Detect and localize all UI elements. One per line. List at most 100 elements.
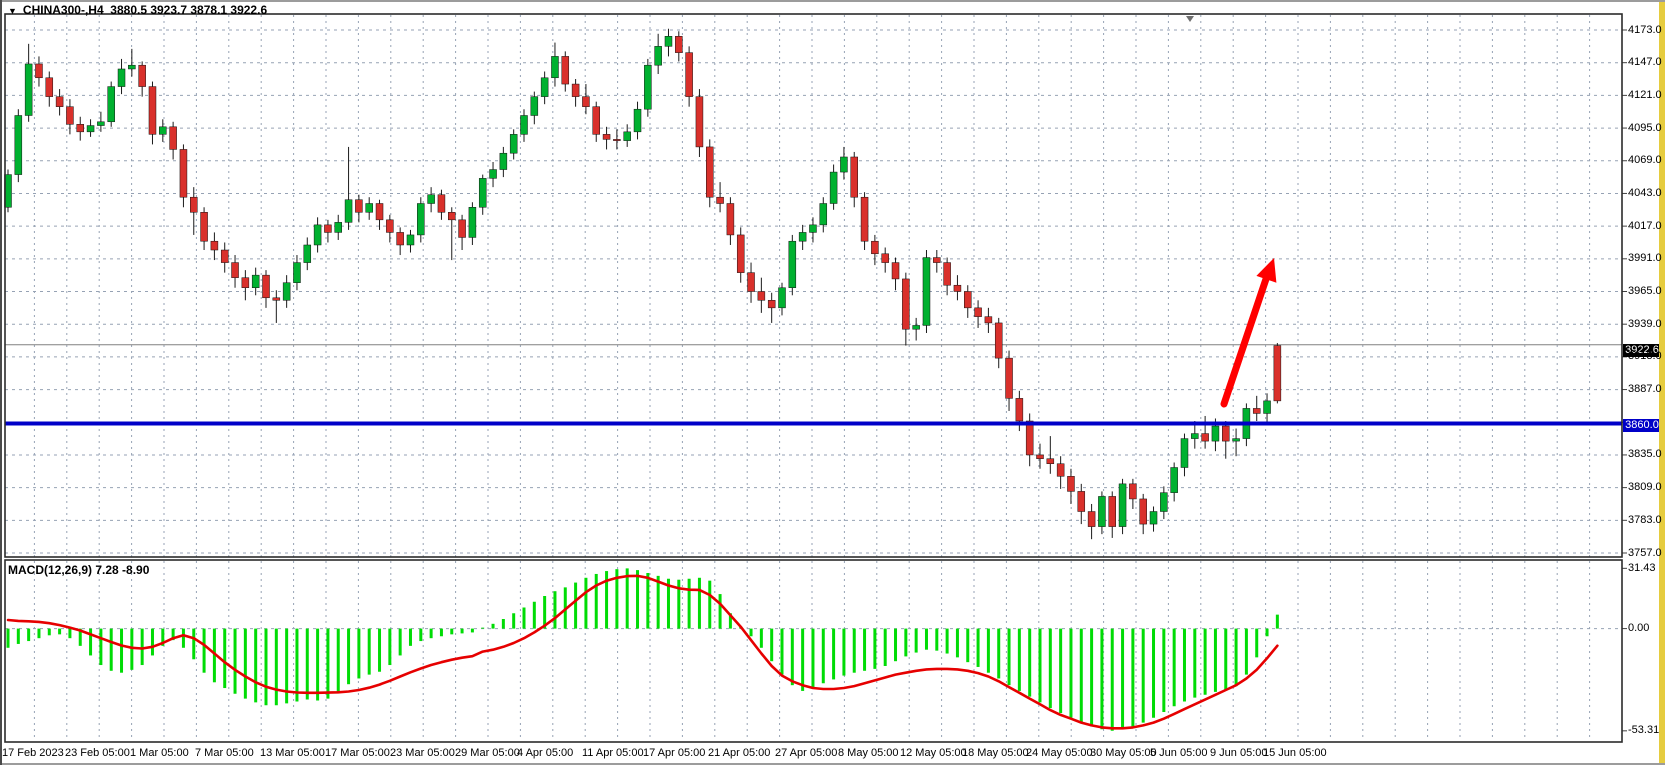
candle-body bbox=[1057, 464, 1064, 477]
candle-body bbox=[882, 254, 889, 263]
candle-body bbox=[345, 200, 352, 223]
candle-body bbox=[1078, 491, 1085, 511]
candle-body bbox=[1037, 455, 1044, 459]
price-tick-label: 3965.0 bbox=[1628, 285, 1664, 297]
candle-body bbox=[1119, 484, 1126, 527]
grid-lines bbox=[5, 15, 1627, 741]
candle-body bbox=[510, 134, 517, 153]
macd-tick-label: -53.31 bbox=[1628, 724, 1664, 736]
time-tick-label: 17 Apr 05:00 bbox=[643, 747, 705, 759]
candle-body bbox=[613, 139, 620, 140]
candle-body bbox=[273, 298, 280, 301]
candle-body bbox=[779, 288, 786, 308]
time-tick-label: 11 Apr 05:00 bbox=[582, 747, 644, 759]
time-tick-label: 8 May 05:00 bbox=[838, 747, 899, 759]
time-tick-label: 29 Mar 05:00 bbox=[455, 747, 520, 759]
candle-body bbox=[252, 275, 259, 288]
price-tick-label: 3887.0 bbox=[1628, 383, 1664, 395]
candle-body bbox=[830, 172, 837, 203]
candle-body bbox=[1253, 408, 1260, 413]
candle-body bbox=[469, 207, 476, 237]
time-tick-label: 21 Apr 05:00 bbox=[708, 747, 770, 759]
candle-body bbox=[139, 65, 146, 86]
candle-body bbox=[717, 197, 724, 203]
symbol-dropdown-icon[interactable]: ▼ bbox=[8, 6, 17, 16]
candle-body bbox=[324, 225, 331, 233]
chart-canvas[interactable] bbox=[0, 0, 1665, 765]
candle-body bbox=[190, 197, 197, 212]
chart-title: ▼CHINA300-,H4 3880.5 3923.7 3878.1 3922.… bbox=[8, 3, 267, 17]
candle-body bbox=[975, 308, 982, 317]
price-tick-label: 3991.0 bbox=[1628, 252, 1664, 264]
price-tick-label: 3757.0 bbox=[1628, 547, 1664, 559]
candle-body bbox=[108, 87, 115, 122]
candle-body bbox=[562, 56, 569, 84]
time-tick-label: 17 Feb 2023 bbox=[2, 747, 64, 759]
window-edge-top bbox=[0, 0, 1665, 2]
time-tick-label: 30 May 05:00 bbox=[1090, 747, 1157, 759]
candle-body bbox=[304, 245, 311, 263]
candle-body bbox=[448, 212, 455, 220]
candle-body bbox=[995, 323, 1002, 358]
time-tick-label: 18 May 05:00 bbox=[962, 747, 1029, 759]
candle-body bbox=[180, 149, 187, 197]
time-tick-label: 17 Mar 05:00 bbox=[325, 747, 390, 759]
macd-signal-line bbox=[8, 576, 1277, 728]
candle-body bbox=[727, 203, 734, 234]
candle-body bbox=[551, 56, 558, 77]
candle-body bbox=[665, 36, 672, 46]
candle-body bbox=[1088, 512, 1095, 527]
candle-body bbox=[386, 220, 393, 233]
price-tick-label: 4121.0 bbox=[1628, 89, 1664, 101]
candle-body bbox=[923, 258, 930, 326]
price-tick-label: 4173.0 bbox=[1628, 24, 1664, 36]
time-tick-label: 24 May 05:00 bbox=[1026, 747, 1093, 759]
price-tick-label: 4147.0 bbox=[1628, 56, 1664, 68]
candle-body bbox=[1212, 426, 1219, 441]
price-tick-label: 3939.0 bbox=[1628, 318, 1664, 330]
candle-body bbox=[871, 241, 878, 254]
candle-body bbox=[1222, 426, 1229, 441]
candle-body bbox=[159, 127, 166, 135]
candle-body bbox=[15, 115, 22, 174]
candle-body bbox=[1233, 439, 1240, 442]
candle-body bbox=[1150, 512, 1157, 525]
price-tick-label: 4069.0 bbox=[1628, 154, 1664, 166]
breakout-arrow[interactable] bbox=[1224, 258, 1276, 404]
candle-body bbox=[149, 87, 156, 135]
candle-body bbox=[686, 53, 693, 97]
candle-body bbox=[954, 285, 961, 291]
candle-body bbox=[479, 178, 486, 207]
time-tick-label: 9 Jun 05:00 bbox=[1210, 747, 1268, 759]
candle-body bbox=[851, 157, 858, 197]
candle-body bbox=[293, 263, 300, 283]
candle-body bbox=[77, 124, 84, 132]
price-tick-label: 3809.0 bbox=[1628, 481, 1664, 493]
symbol-period-label: CHINA300-,H4 bbox=[23, 3, 104, 17]
candle-body bbox=[933, 258, 940, 263]
candle-body bbox=[376, 203, 383, 219]
price-tick-label: 4043.0 bbox=[1628, 187, 1664, 199]
candle-body bbox=[221, 250, 228, 263]
candle-body bbox=[634, 109, 641, 132]
candle-body bbox=[335, 222, 342, 232]
candle-body bbox=[1264, 401, 1271, 414]
candle-body bbox=[593, 107, 600, 135]
candle-body bbox=[1171, 468, 1178, 493]
time-tick-label: 1 Mar 05:00 bbox=[130, 747, 189, 759]
candle-body bbox=[438, 195, 445, 213]
candle-body bbox=[809, 225, 816, 233]
candle-body bbox=[985, 317, 992, 323]
candle-body bbox=[407, 235, 414, 245]
hline-price-badge: 3860.0 bbox=[1623, 419, 1661, 432]
time-tick-label: 23 Mar 05:00 bbox=[390, 747, 455, 759]
candle-body bbox=[1109, 496, 1116, 526]
candle-body bbox=[314, 225, 321, 245]
window-edge-left bbox=[0, 0, 2, 765]
time-tick-label: 13 Mar 05:00 bbox=[260, 747, 325, 759]
candle-body bbox=[531, 97, 538, 116]
candle-body bbox=[572, 84, 579, 97]
candle-body bbox=[417, 203, 424, 234]
candle-body bbox=[500, 153, 507, 169]
candle-body bbox=[758, 292, 765, 301]
